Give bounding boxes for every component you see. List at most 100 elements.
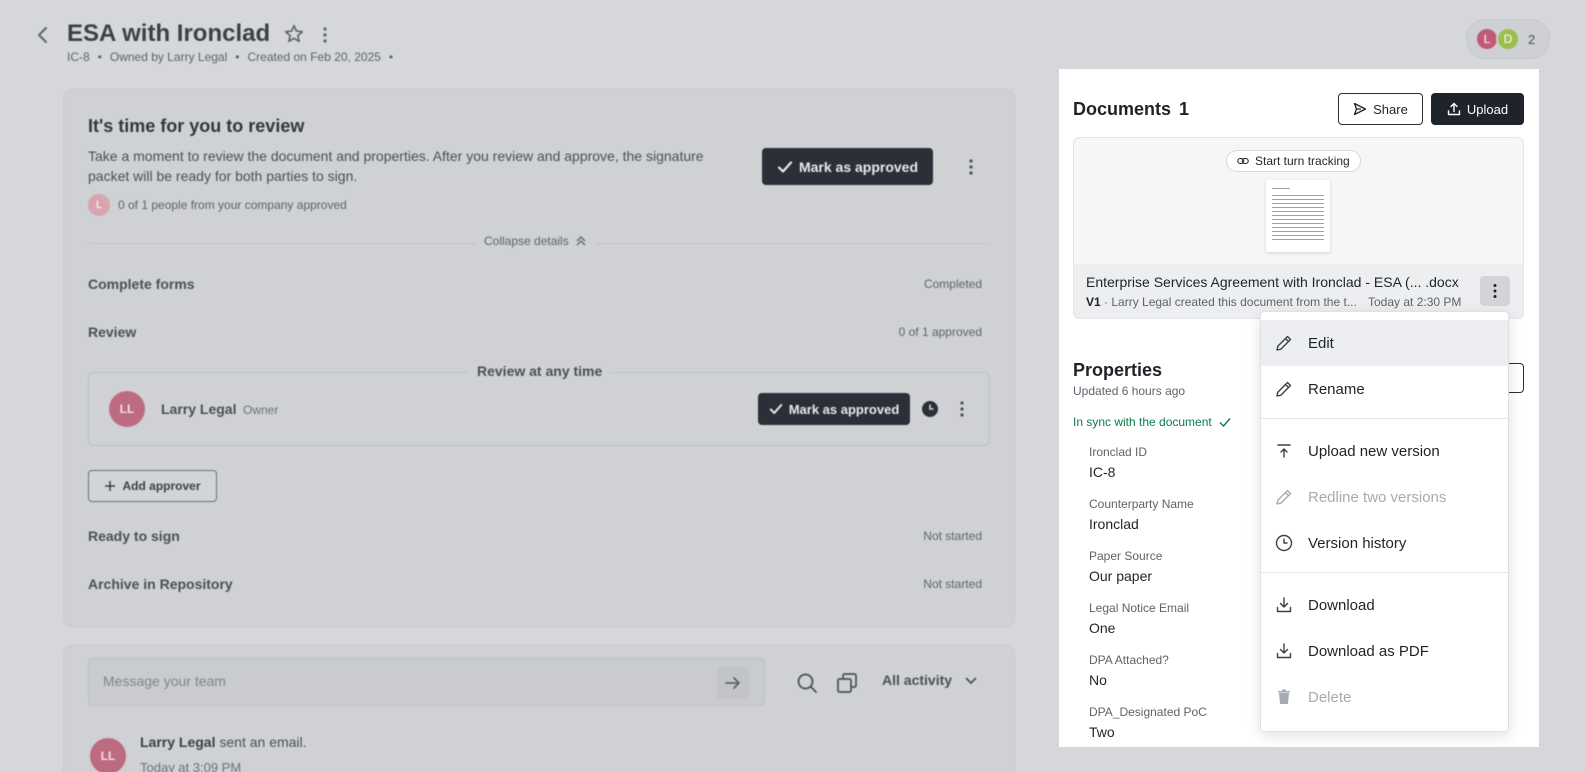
step-status: Not started (923, 577, 982, 591)
meta-created: Created on Feb 20, 2025 (247, 50, 381, 64)
upload-label: Upload (1466, 101, 1509, 117)
menu-item-label: Download as PDF (1308, 642, 1429, 660)
start-turn-tracking-button[interactable]: Start turn tracking (1226, 150, 1361, 172)
check-icon (769, 404, 782, 414)
kebab-icon (1493, 284, 1497, 298)
property-dpa-attached[interactable]: DPA Attached? No (1089, 653, 1169, 688)
message-input[interactable] (103, 673, 663, 689)
copy-icon[interactable] (836, 672, 858, 694)
trash-icon (1278, 689, 1290, 704)
star-icon[interactable] (283, 23, 305, 45)
add-approver-button[interactable]: Add approver (88, 470, 217, 502)
send-button[interactable] (717, 667, 749, 699)
property-label: Paper Source (1089, 549, 1163, 563)
activity-filter[interactable]: All activity (882, 672, 978, 688)
menu-item-delete: Delete (1261, 674, 1508, 720)
feed-time: Today at 3:09 PM (140, 760, 242, 772)
avatar: L (88, 194, 110, 216)
documents-title: Documents 1 (1073, 99, 1189, 120)
reviewer-more-icon[interactable] (959, 400, 965, 418)
clock-icon[interactable] (921, 400, 939, 418)
menu-item-download[interactable]: Download (1261, 582, 1508, 628)
document-card[interactable]: Start turn tracking Enterprise Services … (1073, 137, 1524, 319)
arrow-right-icon (725, 677, 740, 689)
meta-owner: Owned by Larry Legal (109, 50, 228, 64)
property-ironclad-id[interactable]: Ironclad ID IC-8 (1089, 445, 1147, 480)
properties-updated: Updated 6 hours ago (1073, 384, 1186, 398)
document-name: Enterprise Services Agreement with Ironc… (1086, 274, 1459, 290)
send-icon (1353, 102, 1367, 116)
menu-item-label: Upload new version (1308, 442, 1440, 460)
step-complete-forms: Complete forms Completed (88, 276, 982, 292)
back-button[interactable] (34, 24, 52, 46)
property-label: Legal Notice Email (1089, 601, 1190, 615)
feed-action: sent an email. (219, 734, 307, 750)
menu-item-edit[interactable]: Edit (1261, 320, 1508, 366)
search-icon[interactable] (796, 672, 818, 694)
clock-icon (1275, 534, 1293, 552)
turn-tracking-label: Start turn tracking (1255, 154, 1350, 168)
document-context-menu: Edit Rename Upload new version Redline t… (1260, 311, 1509, 732)
property-legal-notice-email[interactable]: Legal Notice Email One (1089, 601, 1189, 636)
menu-item-upload-new-version[interactable]: Upload new version (1261, 428, 1508, 474)
property-value: Two (1089, 724, 1115, 740)
menu-divider (1261, 572, 1508, 573)
collaborator-count: 2 (1528, 31, 1536, 47)
link-icon (1237, 157, 1249, 165)
reviewer-group-caption: Review at any time (469, 363, 611, 379)
menu-item-redline-two-versions: Redline two versions (1261, 474, 1508, 520)
menu-item-label: Rename (1308, 380, 1365, 398)
reviewer-mark-approved-button[interactable]: Mark as approved (758, 393, 910, 425)
property-label: DPA_Designated PoC (1089, 705, 1207, 719)
upload-icon (1447, 102, 1461, 116)
page-meta: IC-8 • Owned by Larry Legal • Created on F… (67, 50, 394, 64)
mark-approved-label: Mark as approved (798, 158, 919, 175)
property-value: Our paper (1089, 568, 1153, 584)
mark-approved-label: Mark as approved (788, 401, 900, 417)
review-description: Take a moment to review the document and… (88, 148, 704, 184)
menu-item-version-history[interactable]: Version history (1261, 520, 1508, 566)
collaborators[interactable]: L D 2 (1466, 19, 1550, 59)
step-status: Not started (923, 529, 982, 543)
header-more-icon[interactable] (322, 26, 328, 44)
page-title: ESA with Ironclad (67, 20, 271, 47)
step-label: Review (88, 324, 137, 340)
review-more-icon[interactable] (968, 158, 974, 176)
check-icon (1219, 418, 1231, 428)
review-card: It's time for you to review Take a momen… (64, 90, 1014, 626)
plus-icon (105, 481, 116, 491)
share-button[interactable]: Share (1338, 93, 1423, 125)
document-note: Larry Legal created this document from t… (1111, 295, 1357, 309)
reviewer-role: Owner (243, 403, 279, 417)
document-thumbnail[interactable] (1266, 180, 1330, 252)
property-value: No (1089, 672, 1107, 688)
menu-item-download-as-pdf[interactable]: Download as PDF (1261, 628, 1508, 674)
feed-actor: Larry Legal (140, 734, 216, 750)
review-title: It's time for you to review (88, 116, 305, 136)
property-paper-source[interactable]: Paper Source Our paper (1089, 549, 1162, 584)
reviewer-name: Larry Legal (161, 401, 237, 417)
avatar: D (1496, 27, 1520, 51)
property-value: IC-8 (1089, 464, 1116, 480)
collapse-details-button[interactable]: Collapse details (476, 234, 595, 248)
reviewer-group: Review at any time LL Larry Legal Owner … (88, 363, 990, 446)
feed-item: Larry Legal sent an email. (140, 734, 307, 750)
document-time: Today at 2:30 PM (1368, 295, 1462, 309)
add-approver-label: Add approver (122, 479, 201, 493)
document-version: V1 (1086, 295, 1101, 309)
property-value: One (1089, 620, 1116, 636)
download-icon (1276, 597, 1292, 613)
sync-status-label: In sync with the document (1073, 415, 1212, 429)
property-label: Ironclad ID (1089, 445, 1148, 459)
document-more-button[interactable] (1480, 276, 1510, 306)
upload-button[interactable]: Upload (1431, 93, 1524, 125)
chevron-down-icon (965, 677, 977, 685)
property-counterparty-name[interactable]: Counterparty Name Ironclad (1089, 497, 1194, 532)
menu-item-label: Version history (1308, 534, 1407, 552)
share-label: Share (1373, 101, 1408, 117)
menu-item-rename[interactable]: Rename (1261, 366, 1508, 412)
mark-approved-button[interactable]: Mark as approved (762, 148, 933, 185)
property-dpa-designated-poc[interactable]: DPA_Designated PoC Two (1089, 705, 1207, 740)
activity-filter-label: All activity (882, 672, 953, 688)
pencil-icon (1276, 381, 1292, 397)
